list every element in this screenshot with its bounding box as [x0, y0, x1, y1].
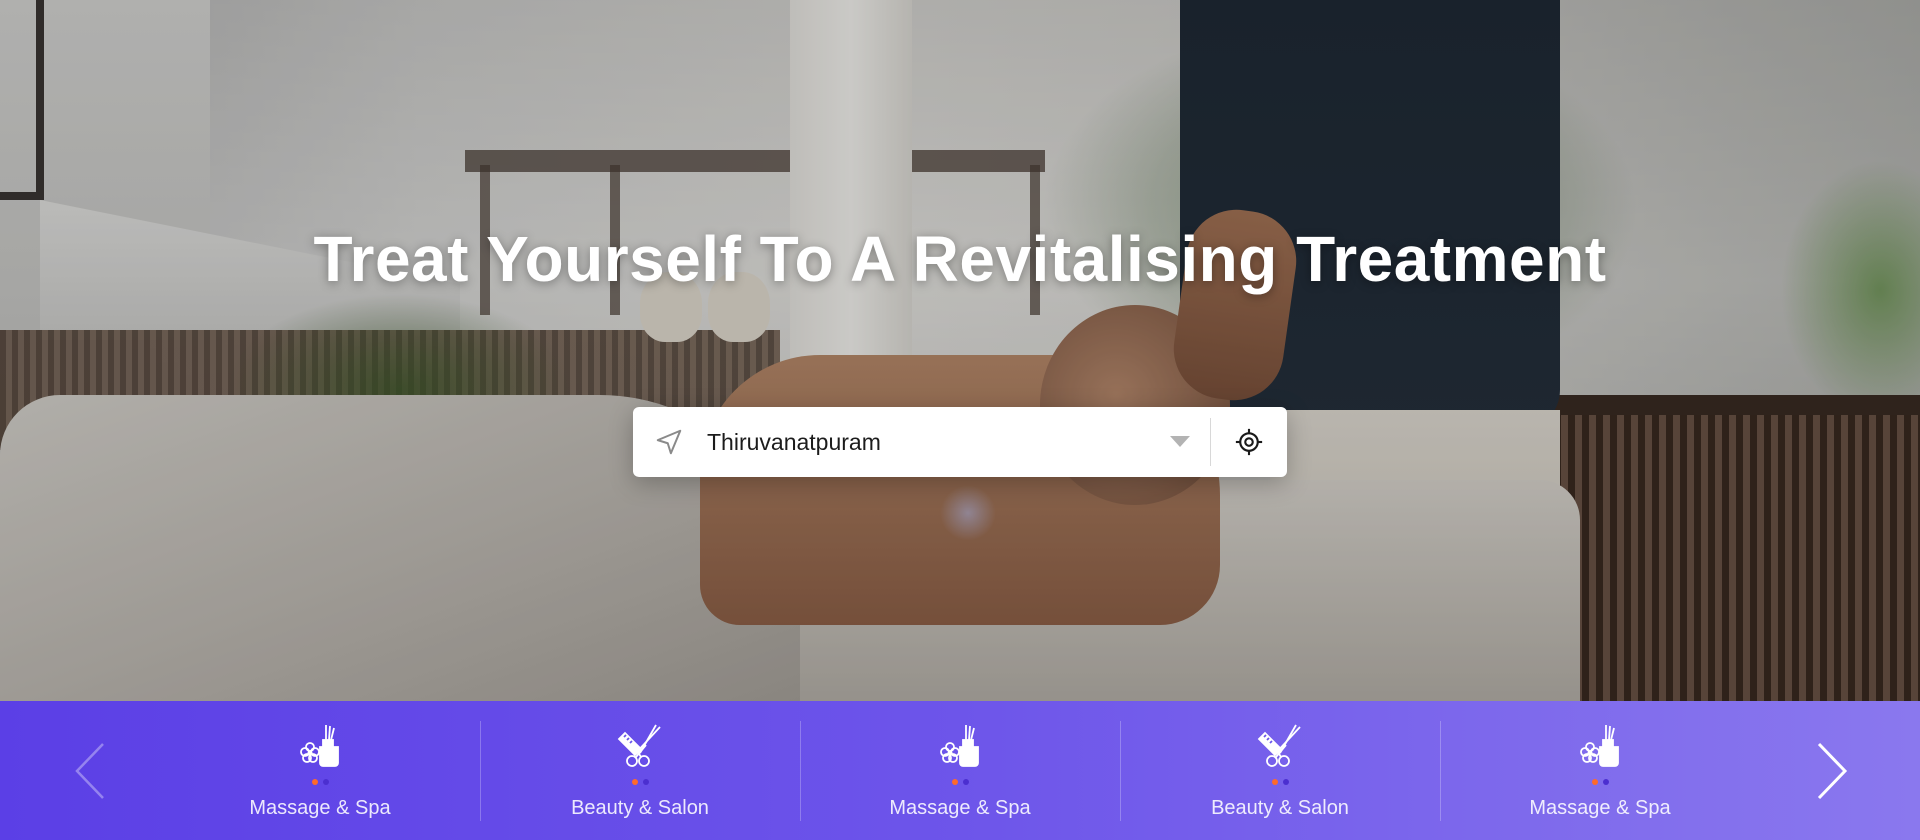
category-label: Massage & Spa [249, 797, 391, 819]
navigation-arrow-icon [633, 407, 705, 477]
scissors-comb-icon [617, 724, 661, 767]
dot-orange [631, 779, 638, 785]
hero-overlay [0, 0, 1920, 701]
category-label: Beauty & Salon [1211, 797, 1349, 819]
category-item[interactable]: Massage & Spa [160, 701, 480, 840]
dot-orange [951, 779, 958, 785]
dot-purple [962, 779, 969, 785]
category-item[interactable]: Beauty & Salon [480, 701, 800, 840]
caret-down-icon[interactable] [1150, 407, 1210, 477]
category-dots [631, 779, 649, 785]
chevron-right-icon [1817, 742, 1848, 799]
chevron-left-icon [75, 742, 104, 799]
category-label: Massage & Spa [889, 797, 1031, 819]
hero-banner: Treat Yourself To A Revitalising Treatme… [0, 0, 1920, 701]
category-dots [1271, 779, 1289, 785]
category-label: Beauty & Salon [571, 797, 709, 819]
dot-purple [1282, 779, 1289, 785]
category-dots [951, 779, 969, 785]
locate-me-button[interactable] [1211, 407, 1287, 477]
category-dots [1591, 779, 1609, 785]
hero-title: Treat Yourself To A Revitalising Treatme… [313, 223, 1607, 295]
category-item[interactable]: Beauty & Salon [1120, 701, 1440, 840]
dot-orange [1271, 779, 1278, 785]
dot-orange [1591, 779, 1598, 785]
category-dots [311, 779, 329, 785]
category-carousel: Massage & Spa Beauty & Salon Massage & S… [0, 701, 1920, 840]
category-label: Massage & Spa [1529, 797, 1671, 819]
carousel-prev-button[interactable] [50, 701, 130, 840]
location-input[interactable] [705, 428, 1150, 456]
location-search-box [633, 407, 1287, 477]
category-list: Massage & Spa Beauty & Salon Massage & S… [160, 701, 1760, 840]
dot-purple [1602, 779, 1609, 785]
category-item[interactable]: Massage & Spa [800, 701, 1120, 840]
crosshair-locate-icon [1235, 428, 1263, 456]
spa-flower-bottle-icon [1580, 725, 1619, 767]
scissors-comb-icon [1257, 724, 1301, 767]
category-item[interactable]: Massage & Spa [1440, 701, 1760, 840]
carousel-next-button[interactable] [1792, 701, 1872, 840]
dot-purple [642, 779, 649, 785]
dot-purple [322, 779, 329, 785]
spa-flower-bottle-icon [300, 725, 339, 767]
spa-flower-bottle-icon [940, 725, 979, 767]
dot-orange [311, 779, 318, 785]
